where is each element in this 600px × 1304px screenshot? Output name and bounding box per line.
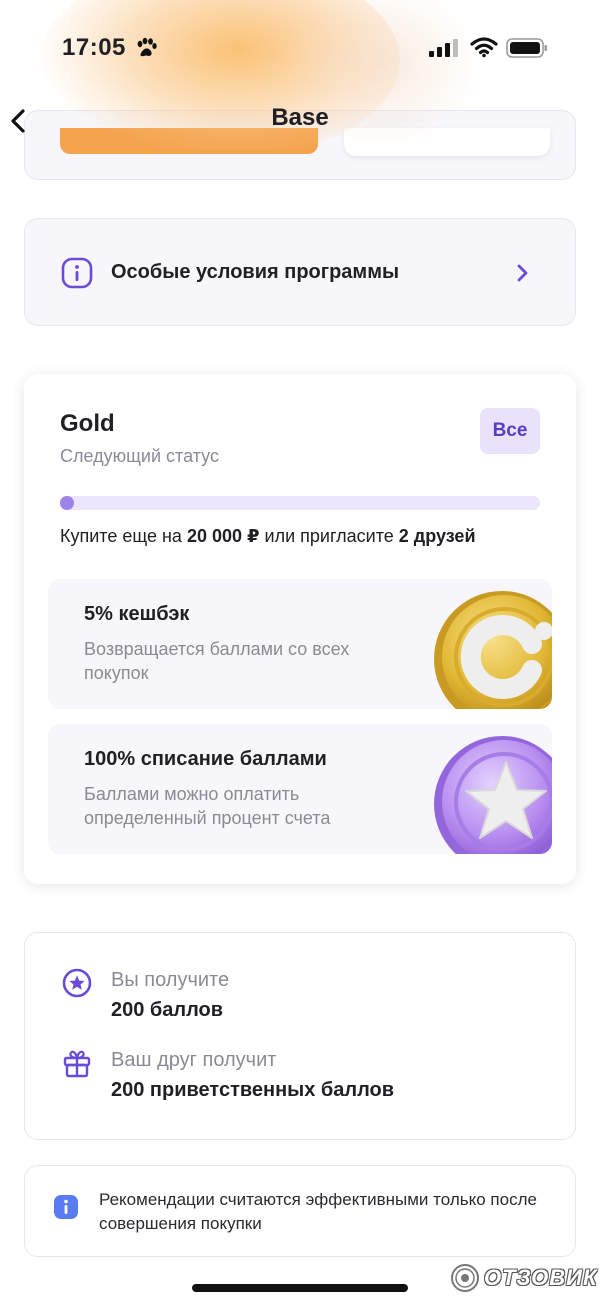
program-conditions-label: Особые условия программы: [111, 261, 400, 283]
progress-hint-middle: или пригласите: [259, 526, 399, 546]
reward-row-friend: Ваш друг получит 200 приветственных балл…: [61, 1047, 541, 1107]
reward-caption: Ваш друг получит: [111, 1049, 277, 1071]
home-indicator[interactable]: [192, 1284, 408, 1292]
watermark: ОТЗОВИК: [450, 1262, 598, 1294]
next-status-subtitle: Следующий статус: [60, 446, 219, 466]
watermark-logo-icon: [451, 1264, 479, 1292]
star-coin-icon: [434, 736, 552, 854]
info-badge-icon: [54, 1195, 78, 1219]
reward-caption: Вы получите: [111, 969, 230, 991]
referral-rewards-card: Вы получите 200 баллов Ваш друг получит …: [24, 932, 576, 1140]
page-title: Base: [271, 104, 329, 131]
benefit-title: 5% кешбэк: [84, 603, 190, 625]
status-time: 17:05: [62, 34, 126, 61]
gift-icon: [63, 1050, 91, 1078]
next-status-card: Gold Следующий статус Все Купите еще на …: [24, 374, 576, 884]
recommendation-note-text: Рекомендации считаются эффективными толь…: [99, 1190, 537, 1233]
chevron-right-icon: [517, 264, 528, 282]
reward-row-you: Вы получите 200 баллов: [61, 967, 541, 1027]
reward-value: 200 приветственных баллов: [111, 1079, 395, 1101]
program-conditions-row[interactable]: Особые условия программы: [24, 218, 576, 326]
battery-icon: [506, 38, 547, 58]
wifi-icon: [470, 37, 498, 58]
paw-icon: [137, 37, 157, 57]
progress-hint: Купите еще на 20 000 ₽ или пригласите 2 …: [60, 526, 476, 547]
star-circle-icon: [62, 968, 92, 998]
info-icon: [61, 257, 93, 289]
all-statuses-button[interactable]: Все: [480, 408, 540, 454]
progress-friends: 2 друзей: [398, 526, 476, 546]
next-status-title: Gold: [60, 410, 115, 437]
benefit-description: Баллами можно оплатить определенный проц…: [84, 784, 331, 828]
benefit-card-points-writeoff: 100% списание баллами Баллами можно опла…: [48, 724, 552, 854]
progress-hint-prefix: Купите еще на: [60, 526, 187, 546]
status-progress-fill: [60, 496, 74, 510]
gold-coin-icon: [434, 591, 552, 709]
benefit-title: 100% списание баллами: [84, 748, 327, 770]
cellular-signal-icon: [429, 39, 458, 57]
status-bar: 17:05: [0, 28, 600, 68]
benefit-description: Возвращается баллами со всех покупок: [84, 639, 350, 683]
navigation-bar: Base: [0, 96, 600, 146]
status-progress-bar: [60, 496, 540, 510]
benefit-card-cashback: 5% кешбэк Возвращается баллами со всех п…: [48, 579, 552, 709]
reward-value: 200 баллов: [111, 999, 224, 1021]
watermark-text: ОТЗОВИК: [484, 1265, 598, 1290]
recommendation-note-card: Рекомендации считаются эффективными толь…: [24, 1165, 576, 1257]
progress-amount: 20 000 ₽: [186, 526, 260, 546]
